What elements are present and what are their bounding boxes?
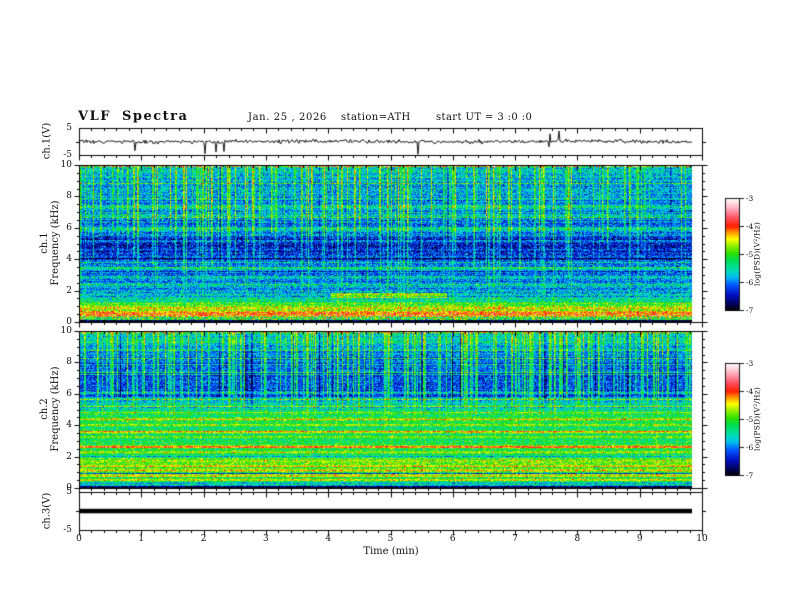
time-tick-label: 0 — [76, 534, 82, 544]
vlf-spectra-figure: VLF Spectra Jan. 25 , 2026 station=ATH s… — [0, 0, 792, 612]
ch1-volt-tick-label: -5 — [63, 150, 72, 160]
time-tick-label: 7 — [512, 534, 518, 544]
time-axis-label: Time (min) — [363, 546, 419, 557]
colorbar2-tick-label: -7 — [746, 471, 754, 480]
title-start-ut: start UT = 3 :0 :0 — [436, 112, 533, 123]
time-tick-label: 3 — [263, 534, 269, 544]
ch1-spec-label-line2: Frequency (kHz) — [50, 200, 61, 286]
colorbar1-label: log(PSD)(V²/Hz) — [752, 221, 762, 287]
time-tick-label: 10 — [696, 534, 708, 544]
ch2-freq-tick-label: 6 — [66, 388, 72, 399]
ch1-freq-tick-label: 4 — [66, 254, 72, 265]
ch1-freq-tick-label: 10 — [60, 160, 72, 170]
time-tick-label: 2 — [200, 534, 207, 544]
time-tick-label: 4 — [325, 534, 332, 544]
ch1-freq-tick-label: 6 — [66, 222, 72, 233]
ch1-spec-label-line1: ch.1 — [39, 232, 50, 254]
ch2-spec-label-line2: Frequency (kHz) — [50, 366, 61, 452]
ch2-frequency-axis-label: ch.2 Frequency (kHz) — [39, 366, 61, 451]
colorbar2-label: log(PSD)(V²/Hz) — [752, 386, 762, 452]
ch2-freq-tick-label: 4 — [66, 420, 72, 431]
colorbar1-tick-label: -3 — [746, 194, 754, 203]
colorbar1-tick-label: -5 — [746, 250, 754, 259]
ch3-voltage-axis-label: ch.3(V) — [41, 492, 53, 530]
colorbar1-tick-label: -4 — [746, 222, 754, 231]
title-date: Jan. 25 , 2026 — [248, 112, 327, 123]
ch1-freq-tick-label: 8 — [66, 191, 72, 202]
time-tick-label: 1 — [138, 534, 145, 544]
colorbar2-tick-label: -6 — [746, 443, 754, 452]
time-tick-label: 5 — [387, 534, 394, 544]
ch1-frequency-axis-label: ch.1 Frequency (kHz) — [39, 200, 61, 285]
colorbar1-tick-label: -6 — [746, 278, 754, 287]
time-tick-label: 8 — [574, 534, 581, 544]
ch2-freq-tick-label: 10 — [60, 326, 72, 336]
ch1-freq-tick-label: 2 — [66, 285, 72, 296]
ch3-volt-tick-label: -5 — [63, 525, 72, 535]
ch2-spec-label-line1: ch.2 — [39, 398, 50, 420]
ch3-volt-tick-label: 5 — [66, 487, 72, 497]
colorbar2-tick-label: -5 — [746, 415, 754, 424]
title-station: station=ATH — [341, 112, 411, 123]
colorbar2-tick-label: -4 — [746, 387, 754, 396]
colorbar1-tick-label: -7 — [746, 306, 754, 315]
time-tick-label: 9 — [636, 534, 643, 544]
plot-canvas — [0, 0, 792, 612]
plot-title: VLF Spectra — [78, 109, 189, 124]
colorbar2-tick-label: -3 — [746, 359, 754, 368]
time-tick-label: 6 — [449, 534, 456, 544]
ch2-freq-tick-label: 8 — [66, 357, 72, 368]
ch2-freq-tick-label: 2 — [66, 451, 72, 462]
ch1-volt-tick-label: 5 — [66, 123, 72, 133]
